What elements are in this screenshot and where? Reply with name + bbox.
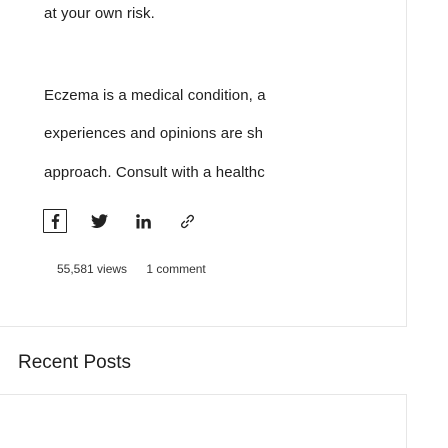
page: at your own risk. Eczema is a medical co… [0, 0, 448, 448]
twitter-icon [90, 213, 108, 228]
facebook-icon [51, 214, 60, 229]
post-paragraph-line-3: approach. Consult with a healthc [44, 164, 265, 181]
post-card: at your own risk. Eczema is a medical co… [0, 0, 407, 327]
disclaimer-text: at your own risk. [44, 5, 155, 22]
copy-link-button[interactable] [175, 209, 199, 233]
recent-posts-list [0, 394, 407, 448]
recent-posts-heading: Recent Posts [18, 352, 131, 373]
share-facebook-button[interactable] [43, 209, 67, 233]
share-linkedin-button[interactable] [131, 209, 155, 233]
comments-count[interactable]: 1 comment [146, 262, 205, 276]
views-count: 55,581 views [57, 262, 128, 276]
copy-link-icon [180, 214, 194, 228]
share-twitter-button[interactable] [87, 209, 111, 233]
share-bar [43, 208, 219, 234]
linkedin-icon [135, 213, 151, 228]
post-stats: 55,581 views 1 comment [57, 262, 222, 276]
post-paragraph-line-1: Eczema is a medical condition, a [44, 87, 266, 104]
post-paragraph-line-2: experiences and opinions are sh [44, 125, 264, 142]
